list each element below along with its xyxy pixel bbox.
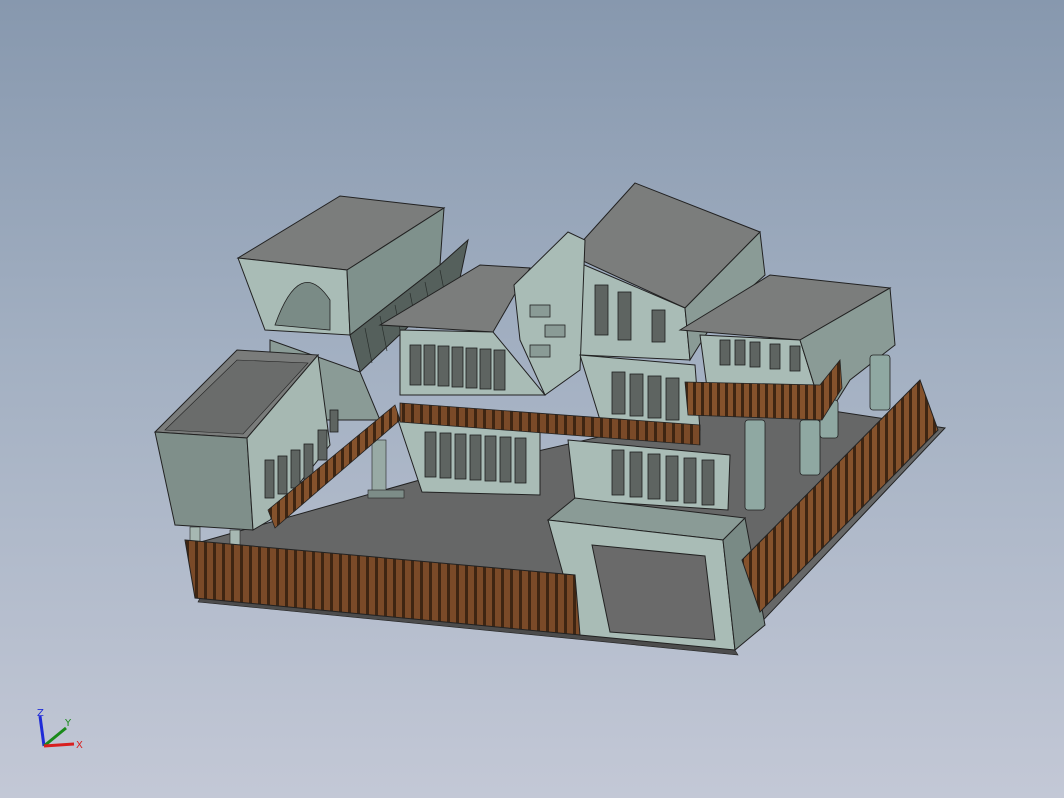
z-axis-line bbox=[38, 715, 46, 747]
axis-triad[interactable]: Z Y X bbox=[28, 704, 98, 764]
garage bbox=[546, 497, 766, 651]
house-model[interactable] bbox=[0, 0, 1064, 798]
x-axis-label: X bbox=[76, 740, 83, 751]
z-axis-label: Z bbox=[37, 708, 44, 719]
3d-viewport[interactable]: Z Y X bbox=[0, 0, 1064, 798]
y-axis-label: Y bbox=[64, 718, 72, 729]
x-axis-line bbox=[43, 742, 75, 748]
